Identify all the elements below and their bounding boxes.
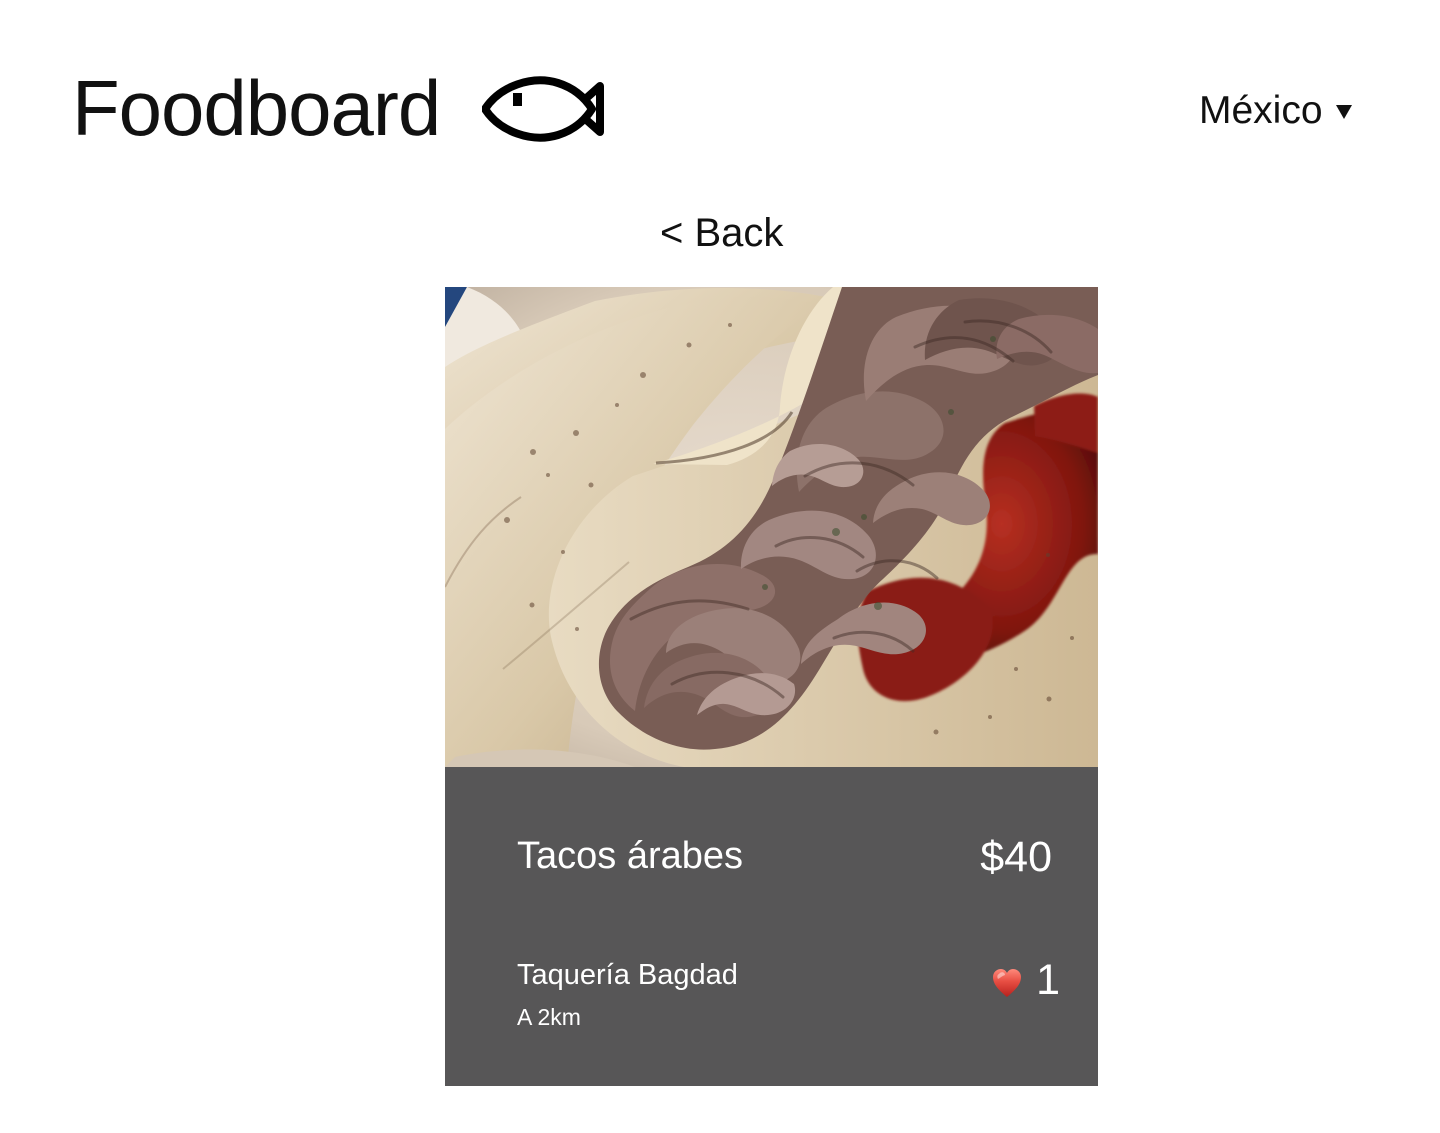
back-link[interactable]: < Back	[660, 207, 783, 259]
heart-icon	[993, 969, 1022, 997]
restaurant-name: Taquería Bagdad	[517, 959, 738, 991]
dish-info-panel: Tacos árabes $40 Taquería Bagdad A 2km 1	[445, 767, 1098, 1086]
like-count: 1	[1036, 955, 1060, 1004]
selected-country: México	[1199, 88, 1323, 132]
taco-photo	[445, 287, 1098, 767]
dish-name: Tacos árabes	[517, 835, 744, 877]
country-selector[interactable]: México	[1199, 86, 1353, 134]
brand-logo: Foodboard	[72, 58, 605, 158]
app-title: Foodboard	[72, 64, 441, 152]
dish-card: Tacos árabes $40 Taquería Bagdad A 2km 1	[445, 287, 1098, 1086]
like-button[interactable]: 1	[990, 957, 1060, 1003]
chevron-down-icon	[1335, 104, 1352, 119]
fish-icon	[482, 76, 605, 142]
dish-price: $40	[980, 833, 1052, 881]
distance-label: A 2km	[517, 1004, 581, 1030]
app-header: Foodboard México	[0, 0, 1440, 170]
